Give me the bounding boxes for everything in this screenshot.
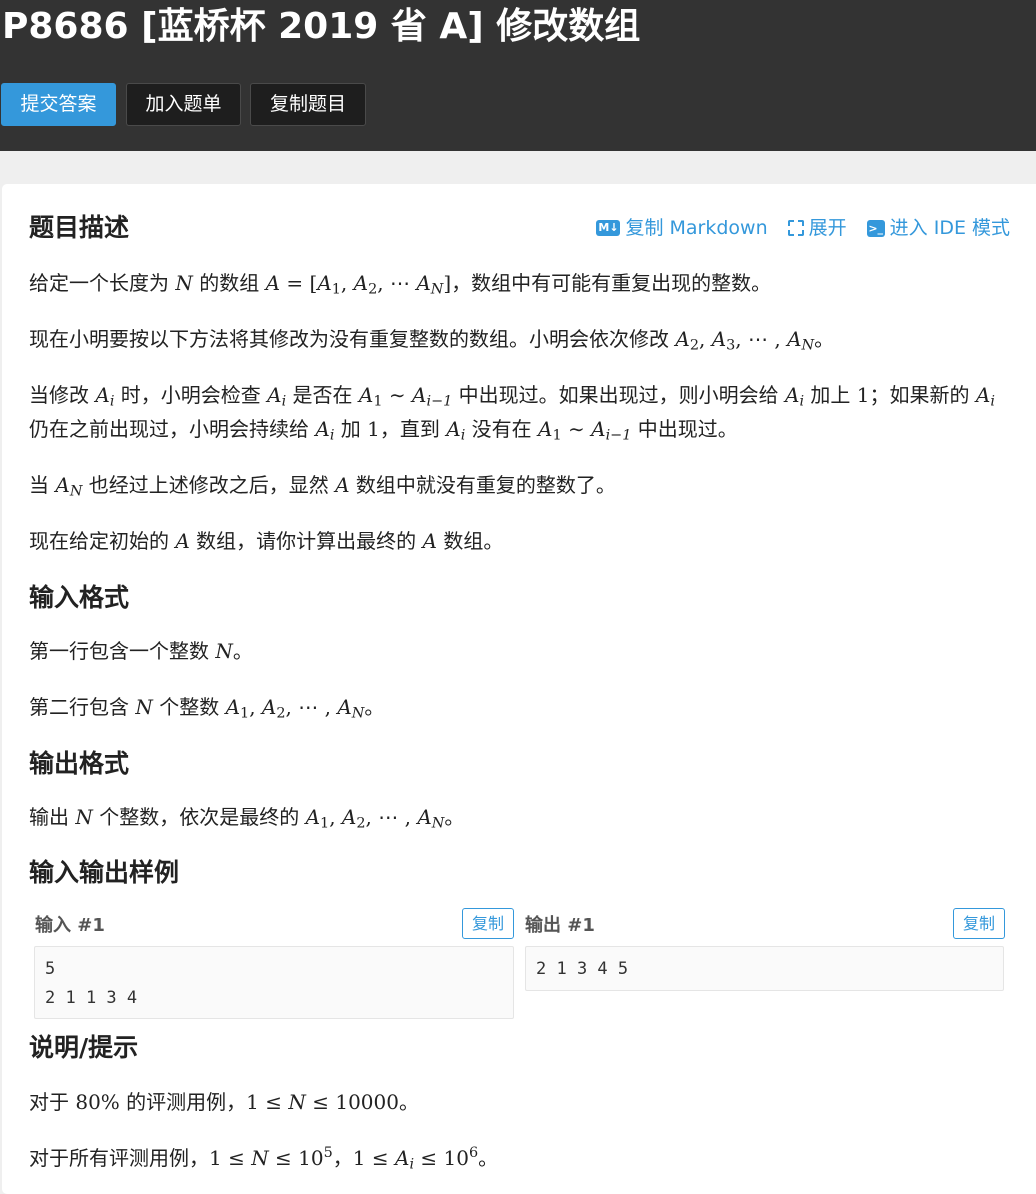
- problem-title: P8686 [蓝桥杯 2019 省 A] 修改数组: [2, 6, 641, 47]
- terminal-icon: >_: [866, 219, 885, 237]
- section-title-output-format: 输出格式: [29, 749, 130, 778]
- toolbar: M↓ 复制 Markdown 展开 >_ 进入 IDE 模式: [596, 214, 1010, 242]
- hint-line-1: 对于 80% 的评测用例，1 ≤ N ≤ 10000。: [29, 1090, 419, 1114]
- ide-mode-label: 进入 IDE 模式: [889, 217, 1010, 239]
- add-to-list-button[interactable]: 加入题单: [126, 83, 241, 126]
- description-paragraph-2: 现在小明要按以下方法将其修改为没有重复整数的数组。小明会依次修改 A2, A3,…: [29, 327, 835, 354]
- submit-answer-button[interactable]: 提交答案: [1, 83, 116, 126]
- problem-header: P8686 [蓝桥杯 2019 省 A] 修改数组 提交答案 加入题单 复制题目: [0, 0, 1036, 151]
- section-title-hints: 说明/提示: [29, 1033, 139, 1062]
- copy-markdown-label: 复制 Markdown: [625, 217, 768, 239]
- copy-problem-button[interactable]: 复制题目: [250, 83, 366, 126]
- output-format-line-1: 输出 N 个整数，依次是最终的 A1, A2, ⋯ , AN。: [29, 805, 465, 832]
- description-paragraph-4: 当 AN 也经过上述修改之后，显然 A 数组中就没有重复的整数了。: [29, 473, 616, 500]
- expand-label: 展开: [808, 217, 847, 239]
- copy-output-button[interactable]: 复制: [953, 908, 1005, 939]
- expand-icon: [787, 220, 804, 236]
- description-paragraph-3: 当修改 Ai 时，小明会检查 Ai 是否在 A1 ∼ Ai−1 中出现过。如果出…: [29, 383, 995, 444]
- ide-mode-link[interactable]: >_ 进入 IDE 模式: [866, 214, 1010, 242]
- sample-input-label: 输入 #1: [35, 915, 105, 936]
- section-title-description: 题目描述: [29, 213, 130, 242]
- copy-input-button[interactable]: 复制: [462, 908, 514, 939]
- copy-markdown-link[interactable]: M↓ 复制 Markdown: [596, 214, 768, 242]
- input-format-line-2: 第二行包含 N 个整数 A1, A2, ⋯ , AN。: [29, 695, 385, 722]
- hint-line-2: 对于所有评测用例，1 ≤ N ≤ 105，1 ≤ Ai ≤ 106。: [29, 1145, 499, 1173]
- description-paragraph-1: 给定一个长度为 N 的数组 A = [A1, A2, ⋯ AN]，数组中有可能有…: [29, 271, 772, 298]
- description-paragraph-5: 现在给定初始的 A 数组，请你计算出最终的 A 数组。: [29, 529, 504, 553]
- expand-link[interactable]: 展开: [787, 214, 847, 242]
- sample-output-box[interactable]: 2 1 3 4 5: [525, 946, 1004, 991]
- markdown-icon: M↓: [596, 220, 621, 236]
- sample-input-box[interactable]: 5 2 1 1 3 4: [34, 946, 514, 1019]
- section-title-samples: 输入输出样例: [29, 858, 180, 887]
- input-format-line-1: 第一行包含一个整数 N。: [29, 639, 253, 663]
- section-title-input-format: 输入格式: [29, 583, 130, 612]
- sample-output-label: 输出 #1: [525, 915, 595, 936]
